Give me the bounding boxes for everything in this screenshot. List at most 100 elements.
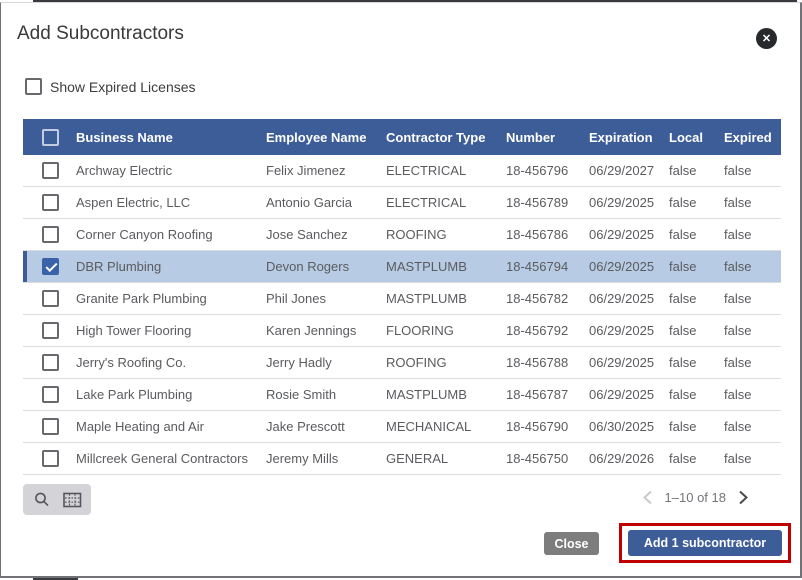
table-row[interactable]: Granite Park Plumbing Phil Jones MASTPLU… (23, 283, 781, 315)
expiration-cell: 06/29/2025 (589, 387, 669, 402)
employee-name-cell: Felix Jimenez (266, 163, 386, 178)
contractor-type-cell: FLOORING (386, 323, 506, 338)
number-cell: 18-456794 (506, 259, 589, 274)
chevron-right-icon (739, 490, 748, 505)
column-header-local[interactable]: Local (669, 130, 724, 145)
employee-name-cell: Karen Jennings (266, 323, 386, 338)
expired-cell: false (724, 323, 781, 338)
employee-name-cell: Phil Jones (266, 291, 386, 306)
expiration-cell: 06/29/2026 (589, 451, 669, 466)
expired-cell: false (724, 163, 781, 178)
add-subcontractor-button[interactable]: Add 1 subcontractor (628, 530, 782, 556)
expiration-cell: 06/29/2025 (589, 291, 669, 306)
row-check-cell (23, 290, 76, 307)
pagination: 1–10 of 18 (643, 490, 748, 505)
select-all-checkbox[interactable] (42, 129, 59, 146)
row-check-cell (23, 258, 76, 275)
number-cell: 18-456792 (506, 323, 589, 338)
column-header-employee-name[interactable]: Employee Name (266, 130, 386, 145)
business-name-cell: Granite Park Plumbing (76, 291, 266, 306)
employee-name-cell: Jeremy Mills (266, 451, 386, 466)
table-row[interactable]: Corner Canyon Roofing Jose Sanchez ROOFI… (23, 219, 781, 251)
row-checkbox[interactable] (42, 322, 59, 339)
employee-name-cell: Jose Sanchez (266, 227, 386, 242)
column-header-contractor-type[interactable]: Contractor Type (386, 130, 506, 145)
row-check-cell (23, 386, 76, 403)
contractor-type-cell: MECHANICAL (386, 419, 506, 434)
row-checkbox[interactable] (42, 418, 59, 435)
employee-name-cell: Antonio Garcia (266, 195, 386, 210)
expired-cell: false (724, 195, 781, 210)
header-check-cell (23, 129, 76, 146)
table-body: Archway Electric Felix Jimenez ELECTRICA… (23, 155, 781, 475)
search-button[interactable] (33, 491, 51, 509)
table-row[interactable]: Aspen Electric, LLC Antonio Garcia ELECT… (23, 187, 781, 219)
row-checkbox[interactable] (42, 354, 59, 371)
dialog-title: Add Subcontractors (17, 23, 184, 45)
column-chooser-button[interactable] (63, 492, 82, 508)
column-header-number[interactable]: Number (506, 130, 589, 145)
dialog-close-button[interactable]: ✕ (756, 28, 777, 49)
table-row[interactable]: Lake Park Plumbing Rosie Smith MASTPLUMB… (23, 379, 781, 411)
close-icon: ✕ (762, 32, 771, 45)
row-checkbox[interactable] (42, 226, 59, 243)
expiration-cell: 06/29/2025 (589, 259, 669, 274)
screen: Add Subcontractors ✕ Show Expired Licens… (0, 0, 802, 580)
number-cell: 18-456788 (506, 355, 589, 370)
table-row[interactable]: DBR Plumbing Devon Rogers MASTPLUMB 18-4… (23, 251, 781, 283)
row-check-cell (23, 450, 76, 467)
business-name-cell: Maple Heating and Air (76, 419, 266, 434)
table-row[interactable]: Archway Electric Felix Jimenez ELECTRICA… (23, 155, 781, 187)
prev-page-button[interactable] (643, 490, 652, 505)
expiration-cell: 06/29/2027 (589, 163, 669, 178)
business-name-cell: Millcreek General Contractors (76, 451, 266, 466)
row-checkbox[interactable] (42, 194, 59, 211)
number-cell: 18-456787 (506, 387, 589, 402)
row-check-cell (23, 418, 76, 435)
table-row[interactable]: Jerry's Roofing Co. Jerry Hadly ROOFING … (23, 347, 781, 379)
row-checkbox[interactable] (42, 162, 59, 179)
row-check-cell (23, 226, 76, 243)
local-cell: false (669, 419, 724, 434)
row-checkbox[interactable] (42, 258, 59, 275)
column-header-expiration[interactable]: Expiration (589, 130, 669, 145)
local-cell: false (669, 291, 724, 306)
column-header-business-name[interactable]: Business Name (76, 130, 266, 145)
local-cell: false (669, 451, 724, 466)
row-checkbox[interactable] (42, 450, 59, 467)
local-cell: false (669, 195, 724, 210)
table-row[interactable]: Millcreek General Contractors Jeremy Mil… (23, 443, 781, 475)
expired-cell: false (724, 227, 781, 242)
table-header: Business Name Employee Name Contractor T… (23, 119, 781, 155)
number-cell: 18-456750 (506, 451, 589, 466)
contractor-type-cell: ELECTRICAL (386, 163, 506, 178)
local-cell: false (669, 355, 724, 370)
local-cell: false (669, 163, 724, 178)
show-expired-checkbox[interactable] (25, 78, 42, 95)
table-row[interactable]: High Tower Flooring Karen Jennings FLOOR… (23, 315, 781, 347)
row-check-cell (23, 354, 76, 371)
local-cell: false (669, 227, 724, 242)
employee-name-cell: Jake Prescott (266, 419, 386, 434)
row-checkbox[interactable] (42, 290, 59, 307)
row-check-cell (23, 162, 76, 179)
number-cell: 18-456790 (506, 419, 589, 434)
column-header-expired[interactable]: Expired (724, 130, 781, 145)
contractor-type-cell: ROOFING (386, 227, 506, 242)
number-cell: 18-456789 (506, 195, 589, 210)
chevron-left-icon (643, 490, 652, 505)
row-check-cell (23, 194, 76, 211)
add-button-highlight-box: Add 1 subcontractor (619, 523, 791, 563)
next-page-button[interactable] (739, 490, 748, 505)
contractor-type-cell: MASTPLUMB (386, 387, 506, 402)
contractor-type-cell: MASTPLUMB (386, 259, 506, 274)
row-checkbox[interactable] (42, 386, 59, 403)
show-expired-label: Show Expired Licenses (50, 79, 196, 95)
contractor-type-cell: MASTPLUMB (386, 291, 506, 306)
table-row[interactable]: Maple Heating and Air Jake Prescott MECH… (23, 411, 781, 443)
employee-name-cell: Devon Rogers (266, 259, 386, 274)
employee-name-cell: Rosie Smith (266, 387, 386, 402)
number-cell: 18-456796 (506, 163, 589, 178)
expiration-cell: 06/29/2025 (589, 195, 669, 210)
close-button[interactable]: Close (544, 532, 599, 555)
